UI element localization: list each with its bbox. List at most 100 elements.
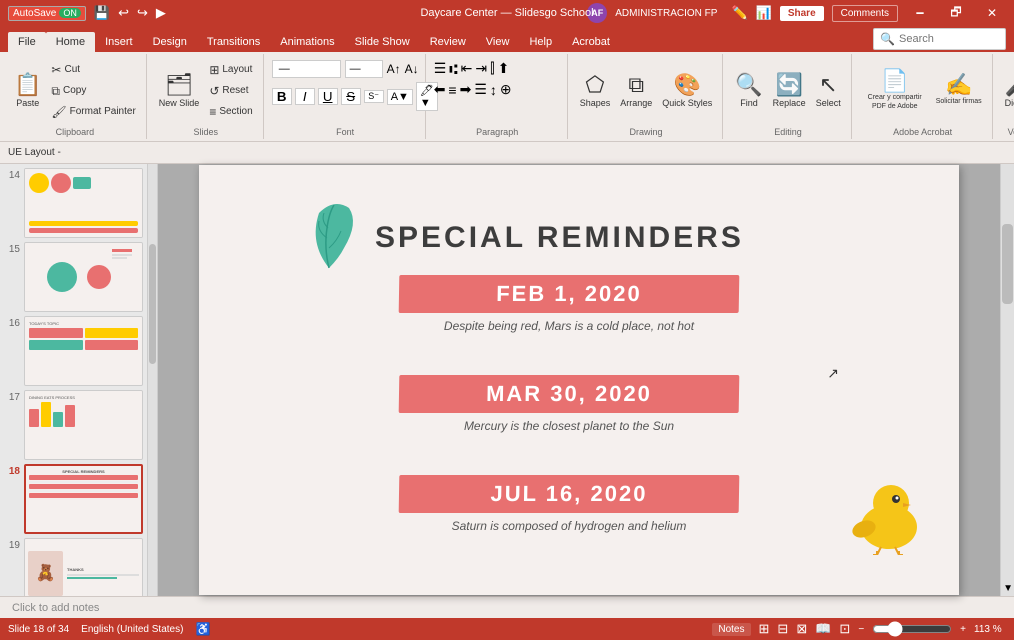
align-left-button[interactable]: ⬅ <box>434 81 446 98</box>
shadow-button[interactable]: S⁻ <box>364 90 384 103</box>
tab-animations[interactable]: Animations <box>270 32 344 52</box>
select-button[interactable]: ↖ Select <box>812 61 845 121</box>
paste-button[interactable]: 📋 Paste <box>10 61 45 121</box>
reset-icon: ↺ <box>209 85 219 97</box>
present-icon[interactable]: ▶ <box>156 5 166 21</box>
slide-thumb-16[interactable]: 16 TODAY'S TOPIC <box>4 316 143 386</box>
font-grow-icon[interactable]: A↑ <box>387 62 401 76</box>
line-spacing-button[interactable]: ↕ <box>490 82 497 98</box>
dictate-icon: 🎤 <box>1005 74 1014 96</box>
tab-file[interactable]: File <box>8 32 46 52</box>
slide-sorter-icon[interactable]: ⊠ <box>796 621 807 637</box>
font-label: Font <box>272 125 419 137</box>
bold-button[interactable]: B <box>272 88 292 105</box>
click-to-add-notes: Click to add notes <box>12 602 99 614</box>
format-painter-button[interactable]: 🖌Format Painter <box>47 102 139 122</box>
quick-styles-button[interactable]: 🎨 Quick Styles <box>658 61 716 121</box>
italic-button[interactable]: I <box>295 88 315 105</box>
notes-bar[interactable]: Click to add notes <box>0 596 1014 618</box>
shapes-button[interactable]: ⬠ Shapes <box>576 61 615 121</box>
normal-view-icon[interactable]: ⊞ <box>759 621 770 637</box>
increase-indent-button[interactable]: ⇥ <box>475 60 487 77</box>
section-button[interactable]: ≡Section <box>205 102 256 122</box>
tab-slideshow[interactable]: Slide Show <box>345 32 420 52</box>
reset-button[interactable]: ↺Reset <box>205 81 252 101</box>
tab-design[interactable]: Design <box>143 32 197 52</box>
new-slide-button[interactable]: 🗂 New Slide <box>155 61 204 121</box>
minimize-button[interactable]: 🗕 <box>906 0 934 26</box>
cut-button[interactable]: ✂Cut <box>47 60 84 80</box>
slide-num-17: 17 <box>4 390 20 403</box>
pen-icon[interactable]: ✏️ <box>731 5 747 21</box>
slide-thumb-17[interactable]: 17 DINING EATS PROCESS <box>4 390 143 460</box>
restore-button[interactable]: 🗗 <box>942 0 970 26</box>
comments-button[interactable]: Comments <box>832 5 898 22</box>
replace-button[interactable]: 🔄 Replace <box>769 61 810 121</box>
font-shrink-icon[interactable]: A↓ <box>405 62 419 76</box>
undo-icon[interactable]: ↩ <box>118 5 129 21</box>
share-button[interactable]: Share <box>780 6 824 21</box>
underline-button[interactable]: U <box>318 88 338 105</box>
font-name-dropdown[interactable]: — <box>272 60 341 78</box>
numbering-button[interactable]: ⑆ <box>449 61 457 77</box>
zoom-slider[interactable] <box>872 621 952 637</box>
slide-thumb-18[interactable]: 18 SPECIAL REMINDERS <box>4 464 143 534</box>
new-slide-label: New Slide <box>159 98 200 108</box>
zoom-level[interactable]: 113 % <box>974 624 1006 635</box>
tab-review[interactable]: Review <box>420 32 476 52</box>
zoom-in-icon[interactable]: + <box>960 624 966 635</box>
align-right-button[interactable]: ➡ <box>460 81 472 98</box>
slide-thumb-15[interactable]: 15 <box>4 242 143 312</box>
justify-button[interactable]: ☰ <box>474 81 487 98</box>
strikethrough-button[interactable]: S <box>341 88 361 105</box>
font-color-button[interactable]: A▼ <box>387 89 413 105</box>
save-icon[interactable]: 💾 <box>94 5 110 21</box>
status-bar: Slide 18 of 34 English (United States) ♿… <box>0 618 1014 640</box>
tab-insert[interactable]: Insert <box>95 32 143 52</box>
solicitar-button[interactable]: ✍ Solicitar firmas <box>932 61 986 121</box>
outline-view-icon[interactable]: ⊟ <box>777 621 788 637</box>
tab-view[interactable]: View <box>476 32 520 52</box>
convert-smartart-button[interactable]: ⊕ <box>500 81 512 98</box>
find-button[interactable]: 🔍 Find <box>731 61 766 121</box>
arrange-icon: ⧉ <box>628 74 644 96</box>
zoom-out-icon[interactable]: − <box>858 624 864 635</box>
arrange-button[interactable]: ⧉ Arrange <box>616 61 656 121</box>
tab-acrobat[interactable]: Acrobat <box>562 32 620 52</box>
username: ADMINISTRACION FP <box>615 8 717 19</box>
slide-img-15 <box>24 242 143 312</box>
slide-thumb-19[interactable]: 19 🧸 THANKS <box>4 538 143 596</box>
search-input[interactable] <box>899 33 999 45</box>
copy-button[interactable]: ⧉Copy <box>47 81 90 101</box>
font-size-dropdown[interactable]: — <box>345 60 383 78</box>
text-direction-button[interactable]: ⬆ <box>498 60 510 77</box>
crear-pdf-button[interactable]: 📄 Crear y compartir PDF de Adobe <box>860 61 930 121</box>
columns-button[interactable]: ⫿ <box>490 60 494 77</box>
decrease-indent-button[interactable]: ⇤ <box>461 60 473 77</box>
panel-scrollbar[interactable] <box>148 164 158 596</box>
layout-button[interactable]: ⊞Layout <box>205 60 256 80</box>
tab-transitions[interactable]: Transitions <box>197 32 270 52</box>
right-scrollbar[interactable]: ▼ <box>1000 164 1014 596</box>
tab-home[interactable]: Home <box>46 32 95 52</box>
autosave-badge[interactable]: AutoSave ON <box>8 6 86 21</box>
close-button[interactable]: ✕ <box>978 0 1006 26</box>
slide-num-15: 15 <box>4 242 20 255</box>
reading-view-icon[interactable]: 📖 <box>815 621 831 637</box>
search-icon: 🔍 <box>880 32 895 46</box>
notes-button[interactable]: Notes <box>712 623 750 636</box>
dictate-button[interactable]: 🎤 Dictate <box>1001 61 1014 121</box>
align-center-button[interactable]: ≡ <box>448 82 456 98</box>
format-painter-icon: 🖌 <box>51 106 66 118</box>
slide-thumb-14[interactable]: 14 <box>4 168 143 238</box>
bullets-button[interactable]: ☰ <box>434 60 447 77</box>
tab-help[interactable]: Help <box>519 32 562 52</box>
redo-icon[interactable]: ↪ <box>137 5 148 21</box>
fit-slide-icon[interactable]: ⊡ <box>839 621 850 637</box>
search-box[interactable]: 🔍 <box>873 28 1006 50</box>
present2-icon[interactable]: 📊 <box>756 5 772 21</box>
title-bar-left: AutoSave ON 💾 ↩ ↪ ▶ <box>8 5 166 21</box>
chick-illustration <box>839 455 929 555</box>
editing-label: Editing <box>731 125 844 137</box>
section-icon: ≡ <box>209 106 216 118</box>
